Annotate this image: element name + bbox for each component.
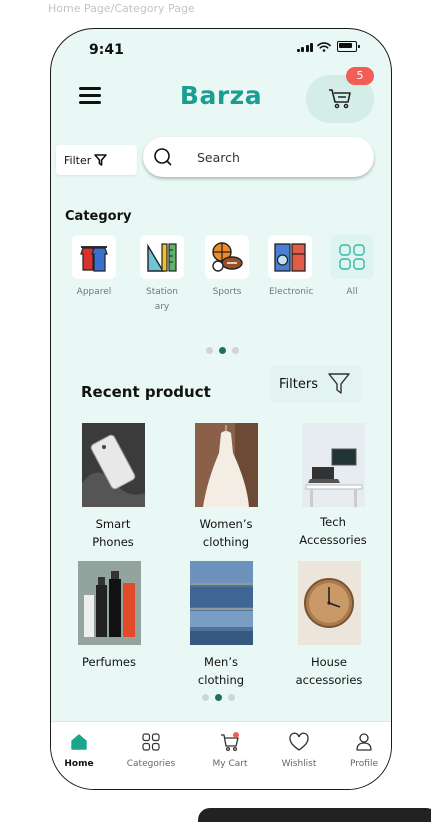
filters-label: Filters xyxy=(279,376,318,392)
product-card-mens-clothing[interactable]: Men’s clothing xyxy=(171,561,271,689)
recent-title: Recent product xyxy=(81,383,211,401)
battery-icon xyxy=(337,41,360,52)
category-label: Electronic xyxy=(269,287,314,297)
product-image xyxy=(297,561,361,645)
product-name: House accessories xyxy=(295,655,363,687)
phone-screen: 9:41 Barza 5 Filter Categor xyxy=(50,28,392,790)
category-label: Station ary xyxy=(146,287,178,312)
nav-label: Home xyxy=(64,759,94,769)
category-item-stationery[interactable]: Station ary xyxy=(133,235,191,315)
search-icon xyxy=(154,148,172,166)
filter-button[interactable]: Filter xyxy=(56,145,137,175)
grid-icon xyxy=(330,235,374,279)
home-icon xyxy=(71,734,87,750)
sports-icon xyxy=(205,235,249,279)
home-indicator xyxy=(198,808,431,822)
filters-button[interactable]: Filters xyxy=(271,365,361,403)
product-card-perfumes[interactable]: Perfumes xyxy=(59,561,159,671)
stationery-icon xyxy=(140,235,184,279)
nav-item-categories[interactable]: Categories xyxy=(119,732,183,769)
category-label: All xyxy=(346,287,358,297)
product-image xyxy=(194,423,258,507)
bottom-nav: Home Categories My Cart Wishlist Profile xyxy=(51,721,391,789)
category-label: Sports xyxy=(212,287,242,297)
product-card-womens-clothing[interactable]: Women’s clothing xyxy=(176,423,276,551)
signal-icon xyxy=(296,42,313,52)
product-card-smart-phones[interactable]: Smart Phones xyxy=(63,423,163,551)
category-pager[interactable] xyxy=(206,347,239,354)
search-input[interactable] xyxy=(195,148,349,166)
status-time: 9:41 xyxy=(89,42,124,58)
filter-icon xyxy=(94,154,108,166)
category-item-all[interactable]: All xyxy=(323,235,381,300)
category-item-apparel[interactable]: Apparel xyxy=(65,235,123,300)
product-pager[interactable] xyxy=(202,694,235,701)
nav-label: Wishlist xyxy=(281,759,317,769)
nav-item-profile[interactable]: Profile xyxy=(332,732,391,769)
category-item-sports[interactable]: Sports xyxy=(198,235,256,300)
nav-label: Profile xyxy=(350,759,378,769)
profile-icon xyxy=(356,733,372,751)
heart-icon xyxy=(289,732,309,751)
filter-icon xyxy=(328,373,350,394)
frame-label: Home Page/Category Page xyxy=(48,2,195,15)
cart-icon xyxy=(329,89,351,109)
product-image xyxy=(81,423,145,507)
search-bar[interactable] xyxy=(143,137,374,177)
product-image xyxy=(77,561,141,645)
product-name: Smart Phones xyxy=(92,517,134,549)
status-icons xyxy=(296,41,360,52)
filter-label: Filter xyxy=(64,153,92,167)
nav-item-my-cart[interactable]: My Cart xyxy=(198,732,262,769)
cart-icon xyxy=(221,732,239,752)
category-title: Category xyxy=(65,209,132,224)
product-card-house-accessories[interactable]: House accessories xyxy=(279,561,379,689)
product-image xyxy=(189,561,253,645)
categories-icon xyxy=(142,733,160,751)
product-name: Women’s clothing xyxy=(199,517,253,549)
product-image xyxy=(301,423,365,507)
product-name: Tech Accessories xyxy=(299,515,367,547)
electronic-icon xyxy=(268,235,312,279)
product-name: Perfumes xyxy=(82,655,136,669)
product-card-tech-accessories[interactable]: Tech Accessories xyxy=(283,423,383,549)
wifi-icon xyxy=(317,42,331,52)
category-list: Apparel Station ary Sports Electronic Al… xyxy=(65,235,385,335)
nav-label: Categories xyxy=(126,759,176,769)
nav-label: My Cart xyxy=(212,759,248,769)
nav-item-home[interactable]: Home xyxy=(51,732,111,769)
category-label: Apparel xyxy=(76,287,112,297)
cart-count-badge: 5 xyxy=(346,67,374,85)
product-name: Men’s clothing xyxy=(197,655,245,687)
apparel-icon xyxy=(72,235,116,279)
nav-item-wishlist[interactable]: Wishlist xyxy=(267,732,331,769)
category-item-electronic[interactable]: Electronic xyxy=(261,235,319,300)
